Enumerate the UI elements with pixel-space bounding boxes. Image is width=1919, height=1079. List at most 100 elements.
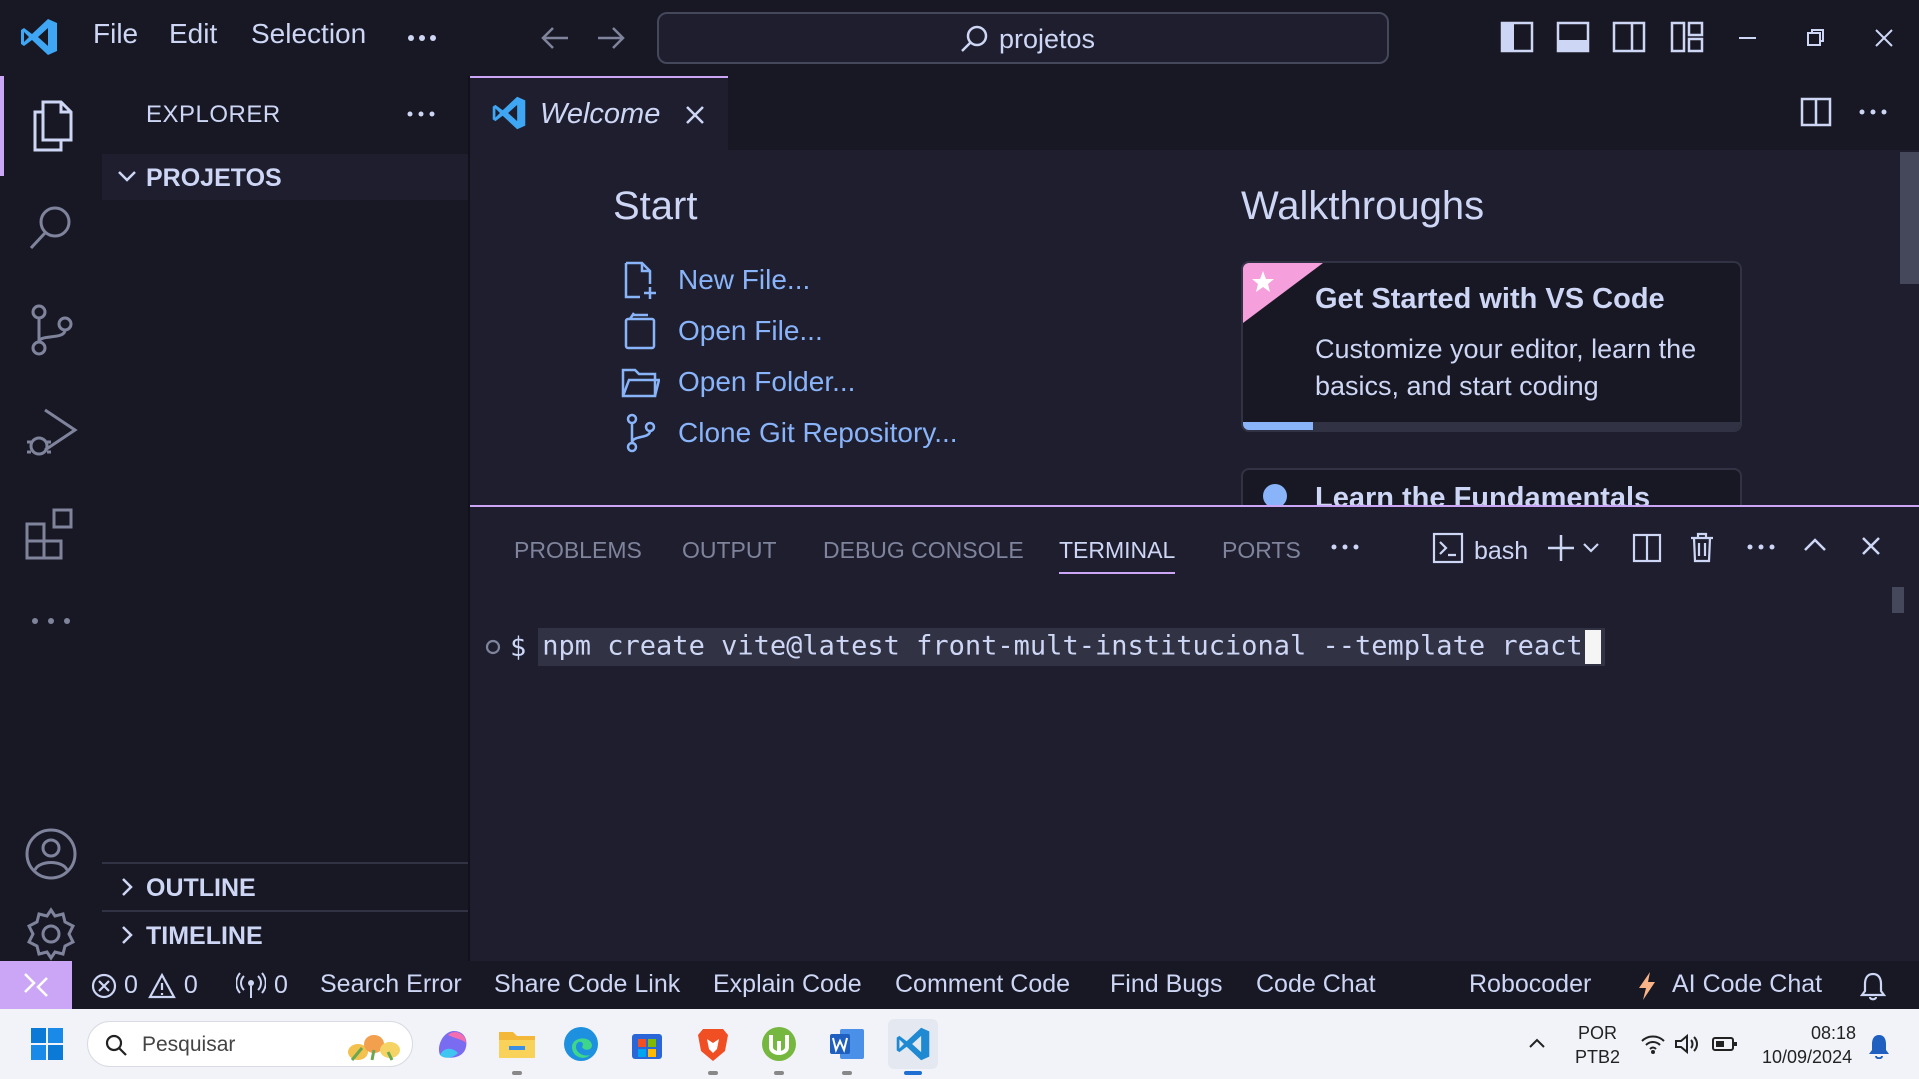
outline-section[interactable]: OUTLINE (102, 862, 468, 908)
folder-section-projetos[interactable]: PROJETOS (102, 154, 468, 200)
search-icon (104, 1033, 128, 1057)
edge-browser-app-icon[interactable] (556, 1019, 606, 1069)
command-center-search[interactable]: projetos (657, 12, 1389, 64)
new-file-link[interactable]: New File... (620, 257, 810, 303)
walkthrough-card-get-started[interactable]: Get Started with VS Code Customize your … (1241, 261, 1742, 432)
minimize-icon[interactable] (1738, 36, 1758, 40)
close-tab-icon[interactable] (684, 104, 706, 126)
open-file-link[interactable]: Open File... (620, 308, 823, 354)
tab-welcome-label: Welcome (540, 98, 661, 130)
keyboard-language[interactable]: POR (1578, 1023, 1617, 1044)
utorrent-app-icon[interactable] (754, 1019, 804, 1075)
tab-welcome[interactable]: Welcome (470, 76, 728, 150)
status-explain-code[interactable]: Explain Code (713, 970, 862, 999)
explorer-more-icon[interactable] (406, 110, 436, 118)
terminal-name[interactable]: bash (1474, 537, 1528, 566)
folder-name: PROJETOS (146, 164, 282, 192)
toggle-primary-sidebar-icon[interactable] (1500, 20, 1534, 54)
more-views-icon[interactable] (0, 586, 102, 656)
ports-status[interactable]: 0 (236, 971, 288, 1000)
tab-output[interactable]: OUTPUT (682, 537, 777, 564)
windows-start-icon[interactable] (30, 1027, 64, 1061)
extensions-icon[interactable] (0, 484, 102, 584)
toggle-secondary-sidebar-icon[interactable] (1612, 20, 1646, 54)
panel-more-tabs-icon[interactable] (1330, 543, 1360, 551)
back-arrow-icon[interactable] (538, 22, 572, 54)
clock-date[interactable]: 10/09/2024 (1762, 1047, 1852, 1068)
search-icon (959, 24, 989, 54)
volume-icon[interactable] (1674, 1033, 1700, 1055)
more-menu-icon[interactable] (406, 24, 438, 52)
close-panel-icon[interactable] (1860, 535, 1882, 557)
clone-git-link[interactable]: Clone Git Repository... (620, 410, 958, 456)
trash-icon[interactable] (1688, 531, 1716, 563)
microsoft-store-app-icon[interactable] (622, 1019, 672, 1069)
keyboard-layout[interactable]: PTB2 (1575, 1047, 1620, 1068)
tab-terminal[interactable]: TERMINAL (1059, 537, 1176, 574)
new-file-icon (620, 260, 660, 300)
maximize-panel-chevron-up-icon[interactable] (1802, 535, 1828, 555)
menu-selection[interactable]: Selection (251, 18, 366, 50)
explorer-icon[interactable] (0, 76, 102, 176)
terminal-line[interactable]: $ npm create vite@latest front-mult-inst… (484, 627, 1605, 667)
tab-problems[interactable]: PROBLEMS (514, 537, 642, 564)
menu-file[interactable]: File (93, 18, 138, 50)
editor-scrollbar[interactable] (1900, 152, 1919, 284)
status-share-code-link[interactable]: Share Code Link (494, 970, 680, 999)
menu-edit[interactable]: Edit (169, 18, 217, 50)
editor-more-icon[interactable] (1858, 108, 1888, 116)
word-app-icon[interactable] (822, 1019, 872, 1075)
open-folder-link[interactable]: Open Folder... (620, 359, 855, 405)
restore-icon[interactable] (1806, 28, 1826, 48)
running-indicator (842, 1071, 852, 1075)
file-explorer-app-icon[interactable] (492, 1019, 542, 1075)
split-editor-icon[interactable] (1800, 96, 1832, 128)
tab-ports[interactable]: PORTS (1222, 537, 1301, 564)
chevron-down-icon (116, 166, 138, 186)
forward-arrow-icon[interactable] (594, 22, 628, 54)
remote-indicator-icon[interactable] (0, 961, 72, 1009)
timeline-section[interactable]: TIMELINE (102, 910, 468, 956)
status-robocoder[interactable]: Robocoder (1469, 970, 1591, 999)
terminal-more-icon[interactable] (1746, 543, 1776, 551)
split-terminal-icon[interactable] (1632, 533, 1662, 563)
wifi-icon[interactable] (1640, 1033, 1666, 1055)
clock-time[interactable]: 08:18 (1811, 1023, 1856, 1044)
clone-git-label: Clone Git Repository... (678, 417, 958, 448)
toggle-panel-icon[interactable] (1556, 20, 1590, 54)
status-comment-code[interactable]: Comment Code (895, 970, 1070, 999)
status-find-bugs[interactable]: Find Bugs (1110, 970, 1223, 999)
tray-expand-chevron-icon[interactable] (1528, 1037, 1546, 1049)
open-file-icon (620, 311, 660, 351)
chevron-right-icon (116, 924, 138, 946)
vscode-app-icon[interactable] (888, 1019, 938, 1075)
chevron-down-icon[interactable] (1582, 541, 1600, 555)
notifications-bell-icon[interactable] (1860, 971, 1886, 1001)
settings-gear-icon[interactable] (0, 906, 102, 961)
brave-browser-app-icon[interactable] (688, 1019, 738, 1075)
status-search-error[interactable]: Search Error (320, 970, 462, 999)
vscode-logo-icon (18, 16, 60, 58)
close-window-icon[interactable] (1874, 28, 1894, 48)
customize-layout-icon[interactable] (1670, 20, 1704, 54)
taskbar-notification-bell-icon[interactable] (1868, 1033, 1890, 1059)
tab-debug-console[interactable]: DEBUG CONSOLE (823, 537, 1024, 564)
run-debug-icon[interactable] (0, 382, 102, 482)
windows-taskbar: Pesquisar POR PTB2 08:18 10/09/2024 (0, 1009, 1919, 1079)
battery-icon[interactable] (1712, 1035, 1738, 1053)
problems-status[interactable]: 0 0 (90, 971, 198, 1000)
source-control-icon[interactable] (0, 280, 102, 380)
terminal-prompt: $ (510, 631, 527, 663)
copilot-app-icon[interactable] (428, 1019, 478, 1069)
card-title: Get Started with VS Code (1315, 283, 1665, 315)
new-terminal-plus-icon[interactable] (1546, 533, 1576, 563)
walkthrough-card-fundamentals[interactable]: Learn the Fundamentals (1241, 468, 1742, 505)
taskbar-search[interactable]: Pesquisar (87, 1021, 413, 1067)
star-badge-icon (1243, 263, 1323, 323)
status-ai-code-chat[interactable]: AI Code Chat (1672, 970, 1822, 999)
accounts-icon[interactable] (0, 804, 102, 904)
search-view-icon[interactable] (0, 178, 102, 278)
status-code-chat[interactable]: Code Chat (1256, 970, 1376, 999)
search-highlight-flowers-icon (344, 1028, 406, 1062)
terminal-scrollbar[interactable] (1892, 587, 1904, 613)
